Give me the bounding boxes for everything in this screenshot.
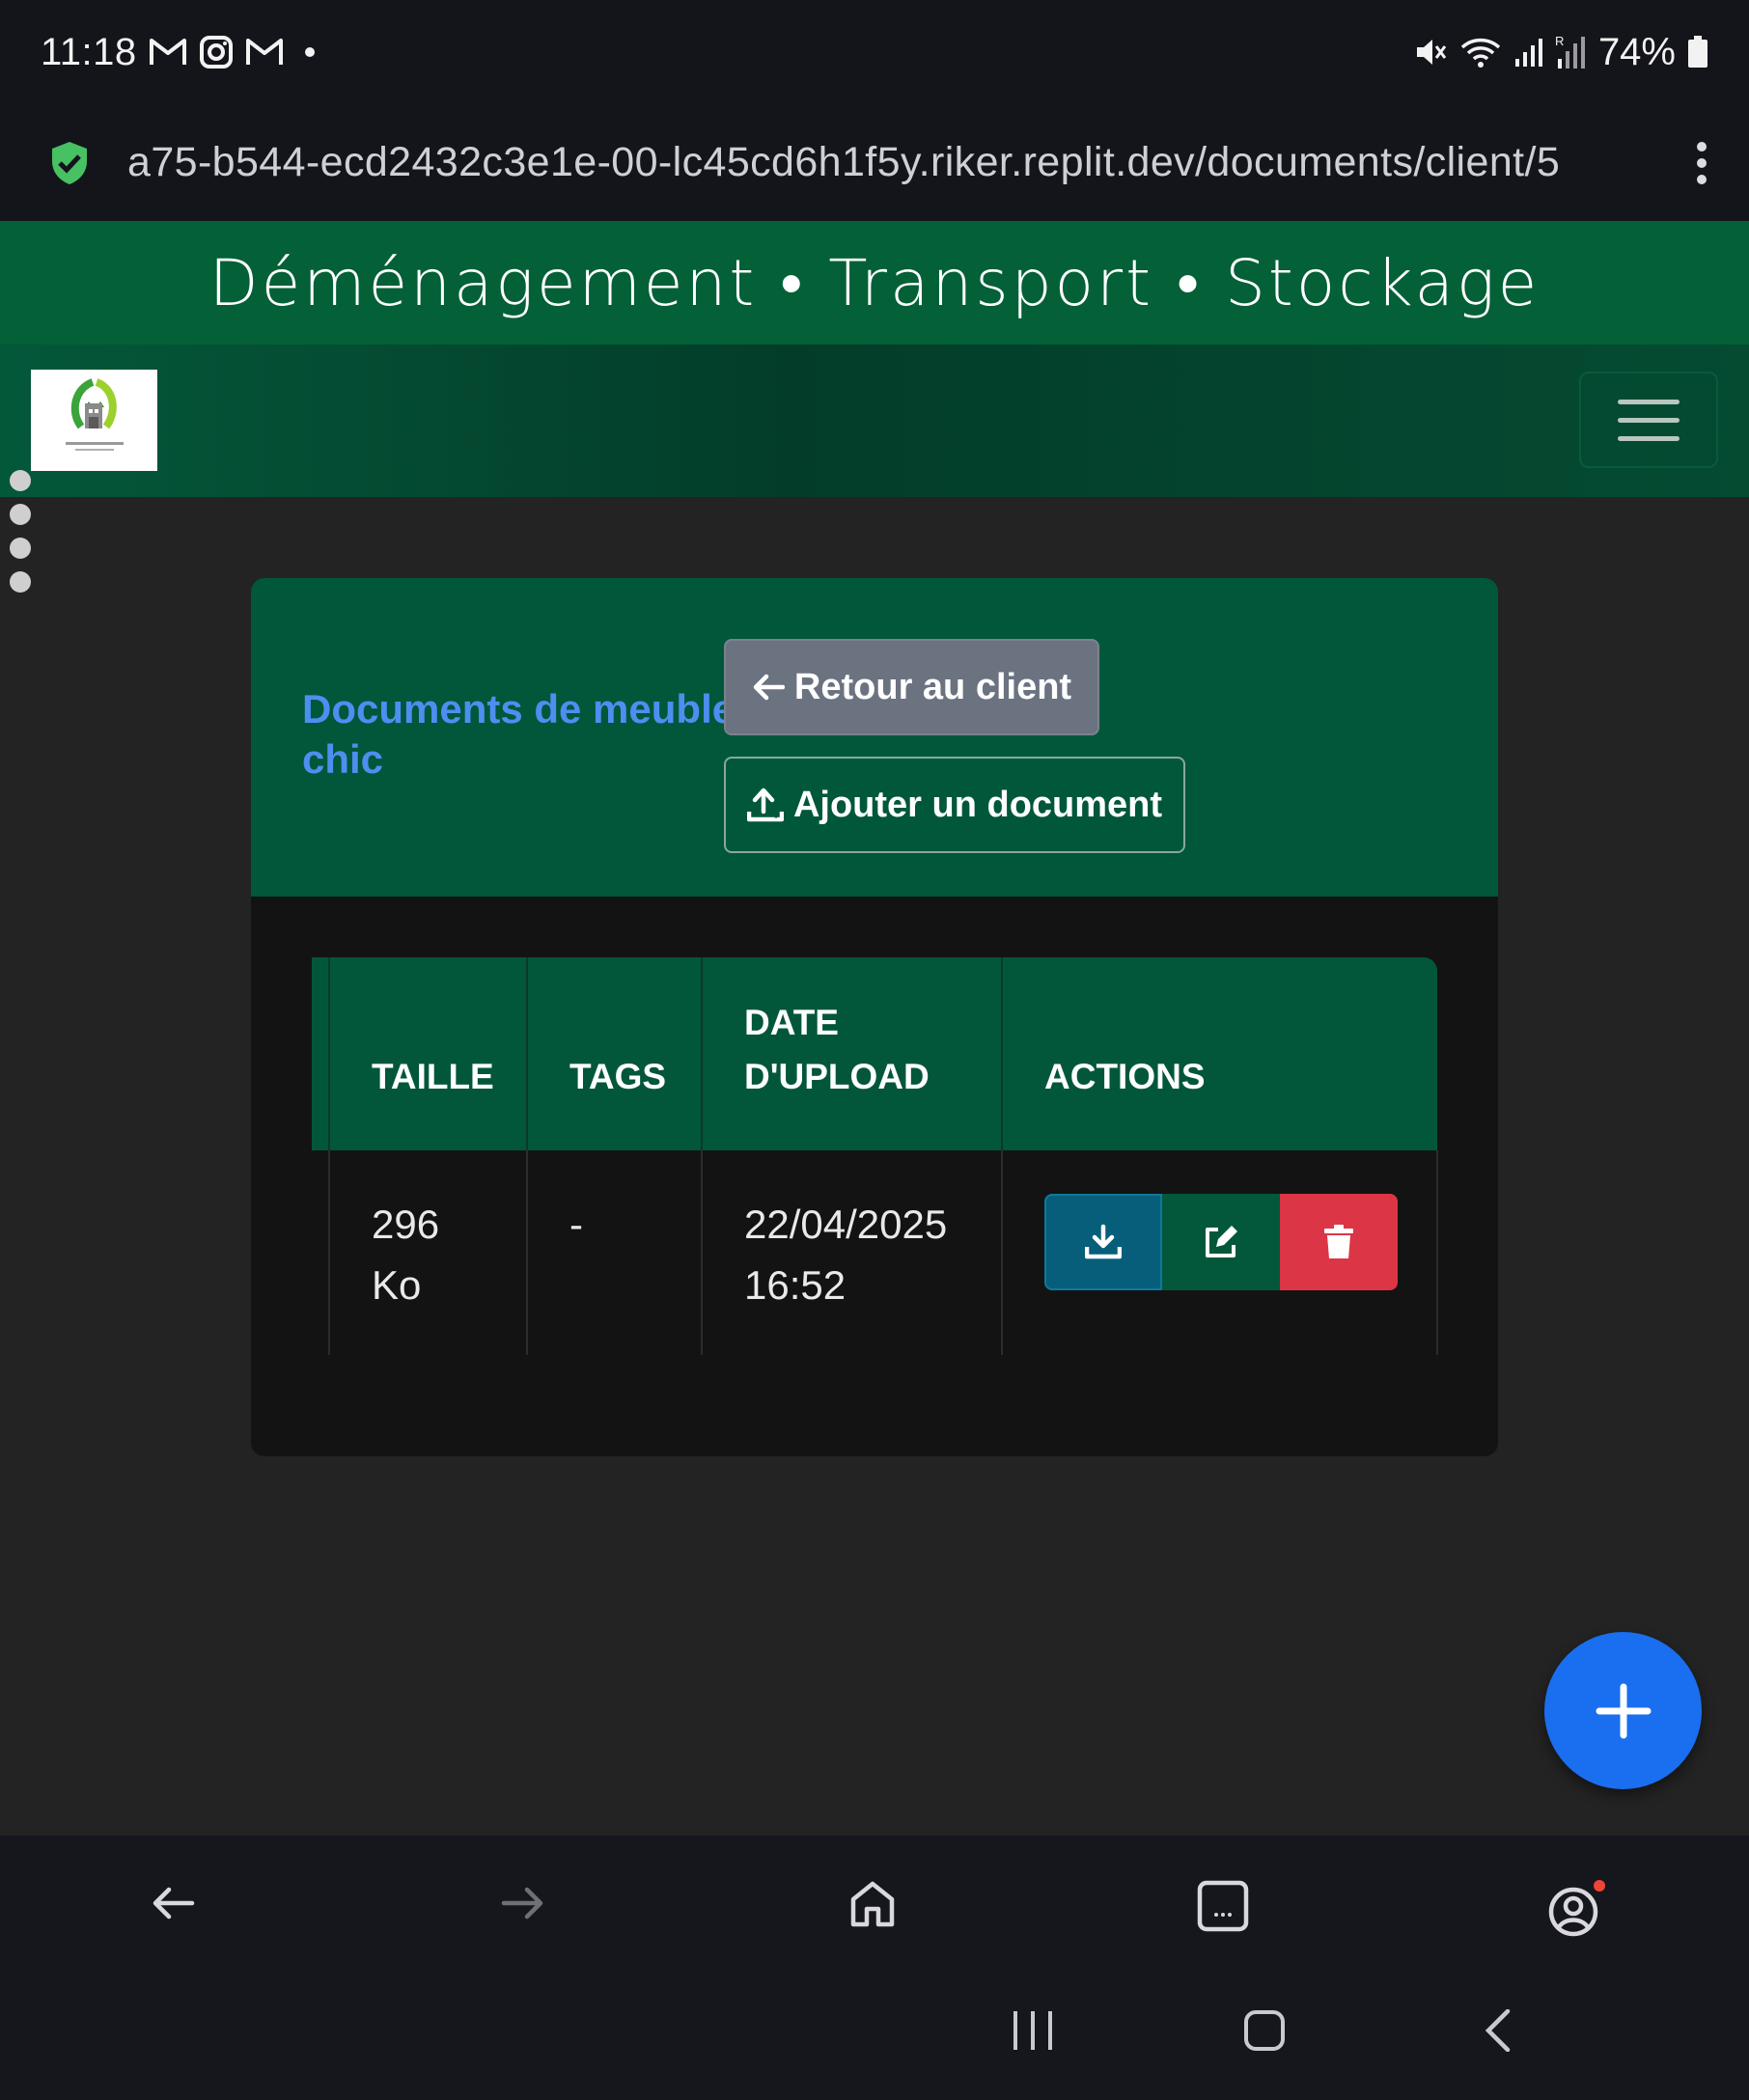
hamburger-icon-bar [1618,435,1680,441]
battery-level: 74% [1597,30,1676,73]
add-fab-button[interactable] [1544,1632,1702,1789]
shield-check-icon[interactable] [48,140,91,186]
site-tagline: Déménagement • Transport • Stockage [208,245,1541,320]
home-icon[interactable] [849,1880,896,1928]
home-button-icon[interactable] [1243,2009,1286,2052]
clock: 11:18 [41,30,137,73]
profile-icon[interactable] [1547,1880,1605,1938]
action-button-group [1044,1194,1436,1290]
column-header-tags: TAGS [527,957,703,1150]
cell-size-value: 296 Ko [372,1202,440,1308]
forward-arrow-icon[interactable] [500,1880,546,1926]
gmail-icon [149,37,187,68]
back-arrow-icon[interactable] [150,1880,196,1926]
browser-bottom-toolbar [0,1836,1749,1980]
dot-icon [295,38,324,67]
status-left: 11:18 [41,31,324,74]
hamburger-icon-bar [1618,399,1680,404]
cell-date: 22/04/2025 16:52 [702,1150,1003,1355]
delete-button[interactable] [1280,1194,1398,1290]
company-logo[interactable] [31,370,157,471]
download-icon [1085,1224,1122,1260]
download-button[interactable] [1044,1194,1162,1290]
signal-roaming-icon: R [1554,34,1587,70]
tabs-icon[interactable] [1197,1880,1249,1932]
handle-dot [10,538,31,559]
column-header-size: TAILLE [329,957,528,1150]
cell-actions [1002,1150,1438,1355]
cell-tags: - [527,1150,703,1355]
gmail-icon [245,37,284,68]
cell-size: 296 Ko [329,1150,528,1355]
add-document-button[interactable]: Ajouter un document [724,757,1185,853]
card-header: Documents de meuble chic Retour au clien… [251,578,1498,897]
cell-date-value: 22/04/2025 16:52 [744,1202,948,1308]
back-button-label: Retour au client [793,666,1072,707]
status-bar: 11:18 R 74% [0,0,1749,104]
hamburger-menu-button[interactable] [1579,372,1718,468]
navbar [0,345,1749,497]
back-to-client-button[interactable]: Retour au client [724,639,1099,735]
signal-icon [1513,36,1542,69]
more-vert-icon[interactable] [1695,140,1708,186]
column-header-date-label: DATE D'UPLOAD [744,1003,930,1096]
edit-button[interactable] [1162,1194,1280,1290]
upload-icon [746,787,784,823]
card-title: Documents de meuble chic [302,686,736,782]
system-navigation-bar [0,1980,1749,2100]
column-header-date: DATE D'UPLOAD [702,957,1003,1150]
handle-dot [10,571,31,593]
arrow-left-icon [752,673,785,702]
edit-icon [1203,1224,1239,1260]
instagram-icon [199,35,234,69]
trash-icon [1323,1224,1354,1260]
status-right: R 74% [1413,31,1708,74]
back-icon[interactable] [1483,2009,1512,2052]
handle-dot [10,504,31,525]
wifi-icon [1459,35,1502,69]
add-button-label: Ajouter un document [792,784,1163,825]
column-header-name [312,957,330,1150]
handle-dot [10,470,31,491]
hamburger-icon-bar [1618,417,1680,423]
mute-icon [1413,35,1448,69]
recents-icon[interactable] [1012,2009,1054,2052]
cell-name [312,1150,330,1355]
plus-icon [1595,1682,1652,1740]
table-header-row: TAILLE TAGS DATE D'UPLOAD ACTIONS [312,957,1437,1150]
documents-table: TAILLE TAGS DATE D'UPLOAD ACTIONS 296 Ko… [312,957,1438,1355]
url-text[interactable]: a75-b544-ecd2432c3e1e-00-lc45cd6h1f5y.ri… [127,139,1633,186]
browser-url-bar: a75-b544-ecd2432c3e1e-00-lc45cd6h1f5y.ri… [0,104,1749,221]
side-drag-handle[interactable] [10,470,31,593]
documents-card: Documents de meuble chic Retour au clien… [251,578,1498,1456]
battery-icon [1687,36,1708,69]
table-row: 296 Ko - 22/04/2025 16:52 [312,1150,1438,1355]
tagline-banner: Déménagement • Transport • Stockage [0,221,1749,345]
svg-text:R: R [1555,34,1564,48]
column-header-actions: ACTIONS [1002,957,1437,1150]
